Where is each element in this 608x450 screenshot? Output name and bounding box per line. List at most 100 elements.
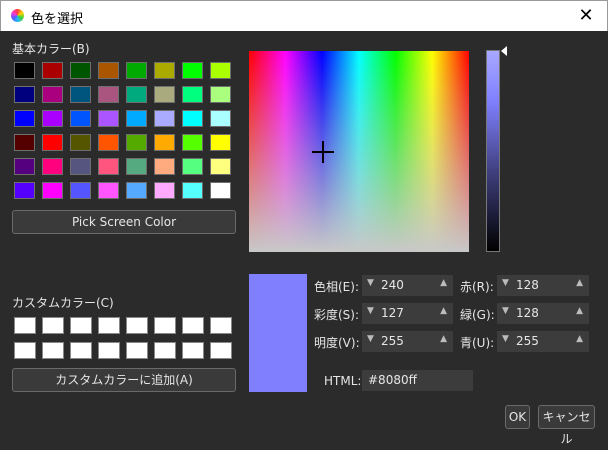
cancel-button[interactable]: キャンセル [538, 405, 595, 446]
custom-color-swatch[interactable] [182, 342, 204, 359]
close-icon[interactable]: ✕ [575, 5, 597, 27]
spin-up-icon[interactable]: ▲ [440, 278, 447, 288]
basic-color-swatch[interactable] [182, 182, 203, 199]
window-title: 色を選択 [31, 12, 84, 27]
hue-saturation-picker[interactable] [249, 51, 469, 252]
basic-color-swatch[interactable] [98, 134, 119, 151]
custom-color-swatch[interactable] [98, 342, 120, 359]
basic-color-swatch[interactable] [98, 182, 119, 199]
basic-color-swatch[interactable] [154, 158, 175, 175]
spin-up-icon[interactable]: ▲ [576, 306, 583, 316]
custom-color-swatch[interactable] [42, 342, 64, 359]
basic-color-swatch[interactable] [70, 182, 91, 199]
basic-color-swatch[interactable] [70, 134, 91, 151]
basic-color-swatch[interactable] [70, 62, 91, 79]
basic-color-swatch[interactable] [182, 86, 203, 103]
basic-color-swatch[interactable] [210, 182, 231, 199]
custom-color-swatch[interactable] [70, 317, 92, 334]
spin-up-icon[interactable]: ▲ [576, 278, 583, 288]
red-value[interactable]: 128 [516, 278, 539, 292]
hue-spinbox[interactable]: ▼ 240 ▲ [362, 275, 453, 296]
custom-color-swatch[interactable] [182, 317, 204, 334]
basic-color-swatch[interactable] [126, 182, 147, 199]
custom-color-swatch[interactable] [14, 342, 36, 359]
basic-color-swatch[interactable] [210, 110, 231, 127]
spin-down-icon[interactable]: ▼ [502, 278, 509, 288]
basic-color-swatch[interactable] [70, 86, 91, 103]
luminance-slider[interactable] [486, 50, 500, 252]
basic-color-swatch[interactable] [14, 62, 35, 79]
red-spinbox[interactable]: ▼ 128 ▲ [497, 275, 589, 296]
basic-color-swatch[interactable] [42, 182, 63, 199]
custom-color-swatch[interactable] [42, 317, 64, 334]
basic-color-swatch[interactable] [154, 110, 175, 127]
basic-color-swatch[interactable] [14, 86, 35, 103]
basic-color-swatch[interactable] [14, 110, 35, 127]
value-spinbox[interactable]: ▼ 255 ▲ [362, 331, 453, 352]
custom-color-swatch[interactable] [70, 342, 92, 359]
html-color-input[interactable]: #8080ff [362, 370, 473, 391]
basic-color-swatch[interactable] [210, 86, 231, 103]
basic-color-swatch[interactable] [182, 62, 203, 79]
saturation-value[interactable]: 127 [381, 306, 404, 320]
basic-color-swatch[interactable] [154, 62, 175, 79]
green-spinbox[interactable]: ▼ 128 ▲ [497, 303, 589, 324]
basic-color-swatch[interactable] [126, 134, 147, 151]
basic-color-swatch[interactable] [182, 110, 203, 127]
basic-color-swatch[interactable] [42, 62, 63, 79]
custom-color-swatch[interactable] [98, 317, 120, 334]
basic-color-swatch[interactable] [42, 134, 63, 151]
ok-button[interactable]: OK [505, 405, 530, 429]
hue-value[interactable]: 240 [381, 278, 404, 292]
add-custom-color-button[interactable]: カスタムカラーに追加(A) [12, 368, 236, 392]
basic-color-swatch[interactable] [70, 110, 91, 127]
basic-color-swatch[interactable] [126, 62, 147, 79]
basic-color-swatch[interactable] [98, 158, 119, 175]
saturation-spinbox[interactable]: ▼ 127 ▲ [362, 303, 453, 324]
custom-color-swatch[interactable] [14, 317, 36, 334]
custom-color-swatch[interactable] [154, 317, 176, 334]
spin-up-icon[interactable]: ▲ [576, 334, 583, 344]
html-label: HTML: [324, 374, 362, 388]
spin-down-icon[interactable]: ▼ [367, 306, 374, 316]
spin-up-icon[interactable]: ▲ [440, 334, 447, 344]
green-value[interactable]: 128 [516, 306, 539, 320]
basic-color-swatch[interactable] [42, 158, 63, 175]
pick-screen-color-button[interactable]: Pick Screen Color [12, 210, 236, 234]
basic-color-swatch[interactable] [210, 158, 231, 175]
spin-down-icon[interactable]: ▼ [502, 306, 509, 316]
basic-color-swatch[interactable] [126, 110, 147, 127]
luminance-slider-handle[interactable] [501, 46, 507, 56]
spin-down-icon[interactable]: ▼ [367, 334, 374, 344]
spin-down-icon[interactable]: ▼ [502, 334, 509, 344]
spin-down-icon[interactable]: ▼ [367, 278, 374, 288]
custom-color-swatch[interactable] [154, 342, 176, 359]
basic-color-swatch[interactable] [98, 86, 119, 103]
basic-color-swatch[interactable] [126, 86, 147, 103]
basic-color-swatch[interactable] [70, 158, 91, 175]
value-value[interactable]: 255 [381, 334, 404, 348]
custom-color-swatch[interactable] [210, 317, 232, 334]
blue-value[interactable]: 255 [516, 334, 539, 348]
custom-color-swatch[interactable] [210, 342, 232, 359]
basic-color-swatch[interactable] [126, 158, 147, 175]
basic-color-swatch[interactable] [42, 110, 63, 127]
basic-color-swatch[interactable] [98, 62, 119, 79]
basic-color-swatch[interactable] [182, 134, 203, 151]
basic-color-swatch[interactable] [14, 134, 35, 151]
picker-crosshair-vertical[interactable] [322, 141, 324, 163]
basic-color-swatch[interactable] [14, 182, 35, 199]
custom-color-swatch[interactable] [126, 317, 148, 334]
basic-color-swatch[interactable] [14, 158, 35, 175]
basic-color-swatch[interactable] [210, 134, 231, 151]
blue-spinbox[interactable]: ▼ 255 ▲ [497, 331, 589, 352]
basic-color-swatch[interactable] [210, 62, 231, 79]
basic-color-swatch[interactable] [182, 158, 203, 175]
basic-color-swatch[interactable] [42, 86, 63, 103]
custom-color-swatch[interactable] [126, 342, 148, 359]
basic-color-swatch[interactable] [154, 86, 175, 103]
basic-color-swatch[interactable] [98, 110, 119, 127]
spin-up-icon[interactable]: ▲ [440, 306, 447, 316]
basic-color-swatch[interactable] [154, 134, 175, 151]
basic-color-swatch[interactable] [154, 182, 175, 199]
